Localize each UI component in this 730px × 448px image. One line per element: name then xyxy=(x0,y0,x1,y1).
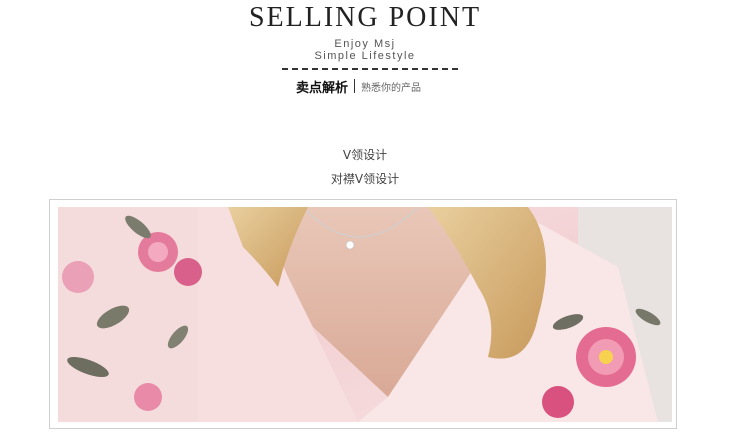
vertical-divider xyxy=(354,79,356,93)
chinese-title: 卖点解析 xyxy=(296,80,349,96)
chinese-subtitle: 熟悉你的产品 xyxy=(361,82,422,94)
subtitle-line-1: Enjoy Msj xyxy=(334,38,396,50)
product-photo xyxy=(58,207,672,422)
product-photo-image xyxy=(58,207,672,422)
feature-line-1: V领设计 xyxy=(342,148,388,162)
subtitle-line-2: Simple Lifestyle xyxy=(314,50,416,62)
feature-line-2: 对襟V领设计 xyxy=(330,172,400,186)
selling-point-header: SELLING POINT Enjoy Msj Simple Lifestyle… xyxy=(0,0,730,100)
section-title: SELLING POINT xyxy=(248,2,482,33)
chinese-heading: 卖点解析 熟悉你的产品 xyxy=(296,77,422,96)
dashed-divider xyxy=(282,68,458,70)
